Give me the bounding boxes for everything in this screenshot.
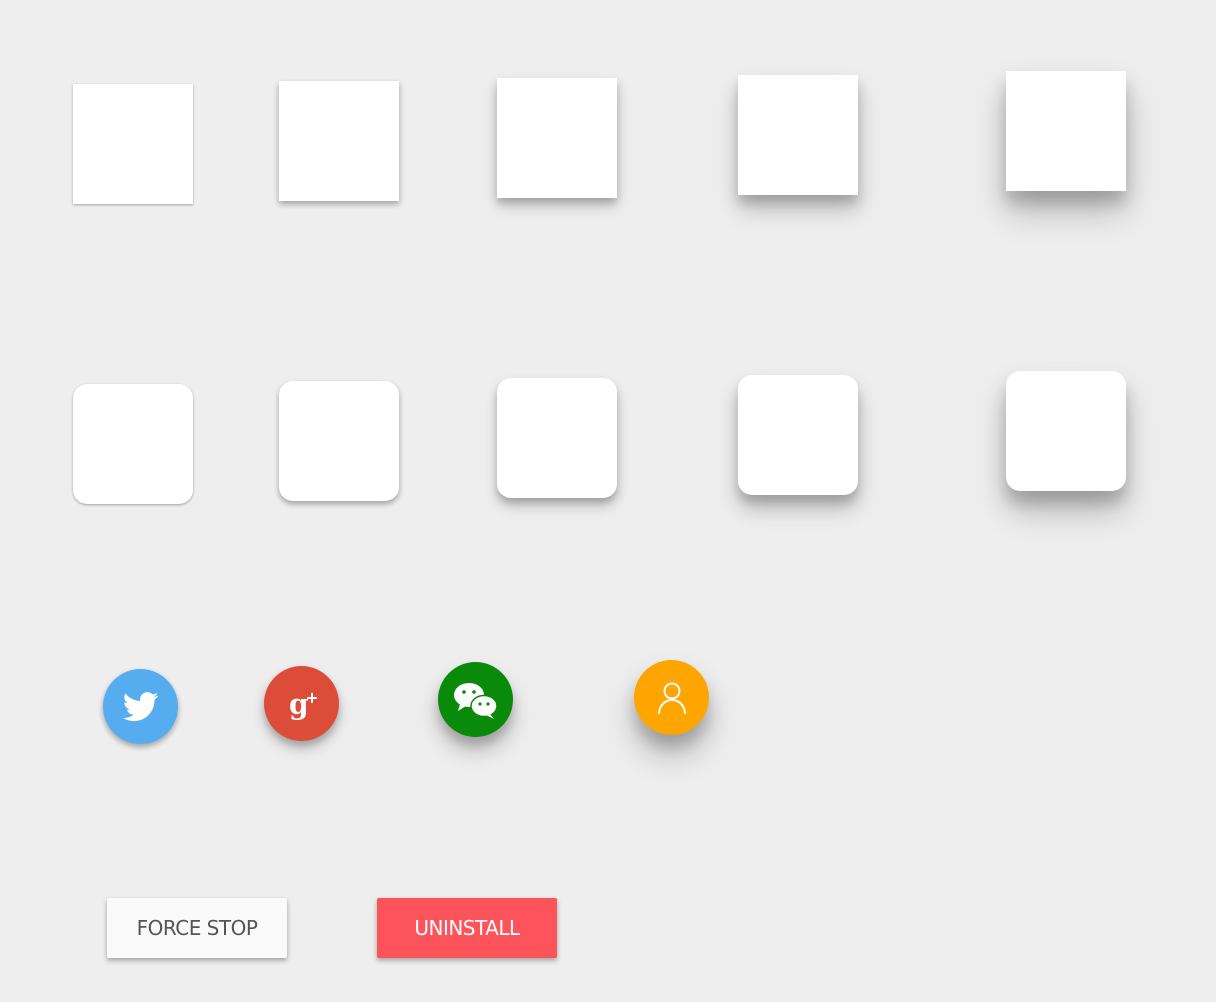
- square-card-elevation-4: [738, 75, 858, 195]
- twitter-button[interactable]: [103, 669, 178, 744]
- square-card-elevation-3: [497, 78, 617, 198]
- force-stop-button[interactable]: FORCE STOP: [107, 898, 287, 958]
- google-plus-button[interactable]: g: [264, 666, 339, 741]
- user-icon: [657, 681, 687, 715]
- square-card-elevation-1: [73, 84, 193, 204]
- rounded-card-elevation-3: [497, 378, 617, 498]
- rounded-card-elevation-5: [1006, 371, 1126, 491]
- user-button[interactable]: [634, 660, 709, 735]
- rounded-card-elevation-1: [73, 384, 193, 504]
- square-card-elevation-2: [279, 81, 399, 201]
- wechat-icon: [452, 680, 500, 720]
- twitter-icon: [122, 691, 159, 722]
- wechat-button[interactable]: [438, 662, 513, 737]
- svg-text:g: g: [289, 688, 309, 721]
- rounded-card-elevation-2: [279, 381, 399, 501]
- square-card-elevation-5: [1006, 71, 1126, 191]
- google-plus-icon: g: [282, 684, 322, 724]
- rounded-card-elevation-4: [738, 375, 858, 495]
- uninstall-button[interactable]: UNINSTALL: [377, 898, 557, 958]
- elevation-demo-page: g FORCE STOP UNINSTALL: [0, 0, 1216, 1002]
